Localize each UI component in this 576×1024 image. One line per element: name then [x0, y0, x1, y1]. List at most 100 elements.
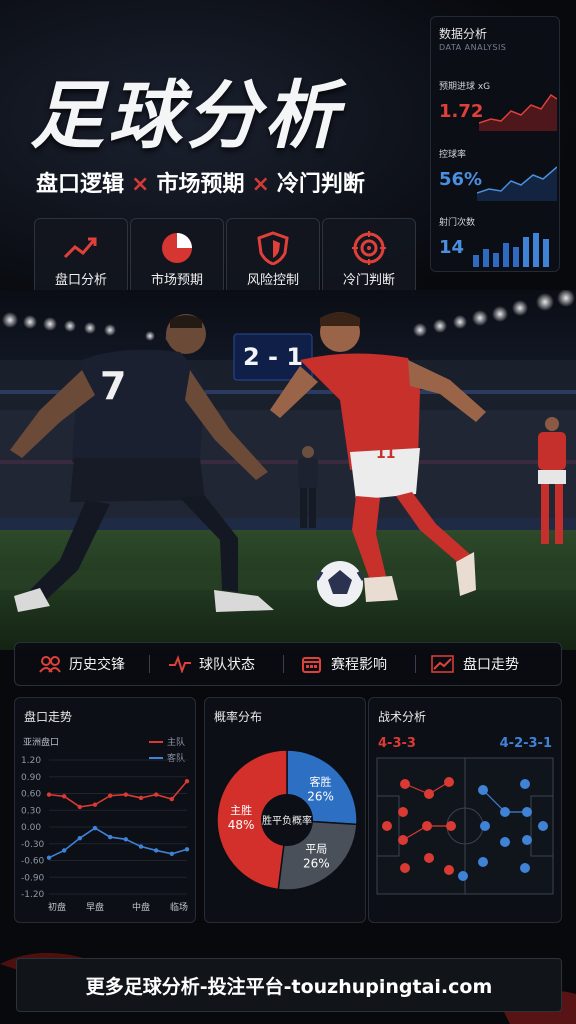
- trend-icon: [431, 655, 454, 673]
- metric-label: 控球率: [439, 150, 467, 160]
- tab-divider: [415, 655, 416, 673]
- tab-label: 历史交锋: [69, 657, 125, 673]
- odds-trend-panel: 盘口走势 亚洲盘口 主队 客队 1.20 0.90 0.60 0.30 0.00 -0.3…: [14, 697, 196, 923]
- probability-donut-chart: 胜平负概率主胜48%客胜26%平局26%: [216, 749, 358, 891]
- legend-label: 主队: [167, 736, 185, 748]
- odds-line-chart: 亚洲盘口 主队 客队 1.20 0.90 0.60 0.30 0.00 -0.30 -0.6…: [21, 736, 190, 913]
- panel-title: 战术分析: [378, 710, 427, 724]
- shots-bar-chart: [473, 233, 549, 267]
- metric-label: 射门次数: [439, 218, 476, 228]
- feature-label: 市场预期: [150, 273, 203, 288]
- slice-label: 客胜: [310, 775, 332, 789]
- data-point: [169, 796, 175, 802]
- data-point: [61, 794, 67, 799]
- right-player-number: 11: [376, 446, 396, 462]
- data-point: [46, 855, 52, 860]
- calendar-icon: [302, 657, 321, 673]
- target-icon: [352, 231, 386, 265]
- data-point: [46, 792, 52, 797]
- away-formation: 4-2-3-1: [499, 736, 552, 751]
- possession-sparkline: [477, 166, 557, 201]
- y-tick-label: -0.60: [21, 857, 45, 867]
- donut-center-label: 胜平负概率: [262, 814, 312, 827]
- home-formation: 4-3-3: [378, 736, 416, 751]
- feature-label: 盘口分析: [54, 273, 107, 288]
- analysis-tabs: 历史交锋 球队状态 赛程影响 盘口走势: [14, 642, 562, 686]
- slice-value: 26%: [303, 856, 330, 870]
- data-point: [107, 793, 113, 798]
- feature-label: 风险控制: [246, 273, 299, 288]
- tab-label: 球队状态: [199, 657, 255, 673]
- feature-label: 冷门判断: [342, 273, 395, 288]
- data-point: [184, 779, 190, 784]
- x-tick-label: 早盘: [86, 901, 104, 913]
- subtitle-item: 盘口逻辑: [36, 172, 125, 197]
- scoreboard-score: 2 - 1: [242, 343, 304, 371]
- chart-subtitle: 亚洲盘口: [23, 736, 59, 748]
- y-tick-label: 0.30: [21, 806, 41, 816]
- data-point: [123, 837, 129, 842]
- subtitle-item: 市场预期: [156, 172, 245, 197]
- data-point: [61, 848, 67, 853]
- data-point: [77, 804, 83, 810]
- data-point: [107, 834, 113, 840]
- y-tick-label: 0.90: [21, 773, 41, 783]
- pie-chart-icon: [162, 233, 192, 263]
- subtitle-separator: ×: [131, 172, 150, 197]
- team-icon: [39, 656, 61, 673]
- data-point: [123, 792, 129, 797]
- slice-label: 主胜: [230, 803, 252, 817]
- tab-divider: [149, 655, 150, 673]
- tab-label: 盘口走势: [463, 657, 519, 673]
- soccer-ball-icon: [315, 561, 365, 607]
- y-tick-label: -0.30: [21, 840, 45, 850]
- tactics-panel: 战术分析 4-3-3 4-2-3-1: [368, 697, 562, 923]
- footer-banner[interactable]: 更多足球分析-投注平台-touzhupingtai.com: [16, 958, 562, 1012]
- y-tick-label: -1.20: [21, 890, 45, 900]
- hero-subtitle: 盘口逻辑 × 市场预期 × 冷门判断: [36, 166, 365, 198]
- tab-odds-trend[interactable]: 盘口走势: [431, 643, 519, 685]
- shield-icon: [257, 231, 289, 265]
- data-point: [77, 835, 83, 841]
- tactics-pitch: [376, 757, 554, 895]
- tab-head-to-head[interactable]: 历史交锋: [39, 643, 125, 685]
- data-analysis-panel: 数据分析 DATA ANALYSIS 预期进球 xG 1.72 控球率 56% …: [430, 16, 560, 272]
- y-tick-label: 0.00: [21, 823, 41, 833]
- subtitle-item: 冷门判断: [276, 172, 365, 197]
- data-point: [138, 844, 144, 849]
- tab-team-form[interactable]: 球队状态: [169, 643, 255, 685]
- legend-label: 客队: [167, 752, 185, 764]
- left-player-number: 7: [100, 364, 127, 408]
- y-tick-label: 0.60: [21, 790, 41, 800]
- metric-value: 1.72: [439, 101, 484, 122]
- metric-value: 14: [439, 237, 465, 258]
- subtitle-separator: ×: [251, 172, 270, 197]
- tab-label: 赛程影响: [331, 657, 387, 673]
- page-title: 足球分析: [30, 73, 342, 159]
- series-line-away: [48, 827, 188, 859]
- footer-text: 更多足球分析-投注平台-touzhupingtai.com: [85, 976, 493, 998]
- slice-value: 26%: [307, 790, 334, 804]
- x-tick-label: 临场: [170, 901, 188, 913]
- metric-value: 56%: [439, 169, 483, 190]
- panel-title: 数据分析: [439, 27, 488, 41]
- pulse-icon: [169, 655, 191, 673]
- x-tick-label: 中盘: [132, 901, 150, 913]
- tab-schedule-impact[interactable]: 赛程影响: [301, 643, 387, 685]
- y-tick-label: 1.20: [21, 756, 41, 766]
- data-point: [153, 848, 159, 853]
- data-point: [184, 847, 190, 852]
- data-point: [138, 795, 144, 801]
- probability-panel: 概率分布 胜平负概率 主胜 48% 客胜 26% 平局 26%: [204, 697, 366, 923]
- slice-label: 平局: [305, 842, 327, 855]
- data-point: [153, 792, 159, 797]
- trend-chart-icon: [63, 237, 97, 259]
- xg-sparkline: [479, 93, 557, 131]
- data-point: [92, 825, 98, 831]
- series-line-home: [48, 780, 188, 808]
- y-tick-label: -0.90: [21, 873, 45, 883]
- tab-divider: [283, 655, 284, 673]
- x-tick-label: 初盘: [48, 901, 66, 913]
- panel-subtitle: DATA ANALYSIS: [439, 43, 507, 52]
- slice-value: 48%: [228, 818, 255, 832]
